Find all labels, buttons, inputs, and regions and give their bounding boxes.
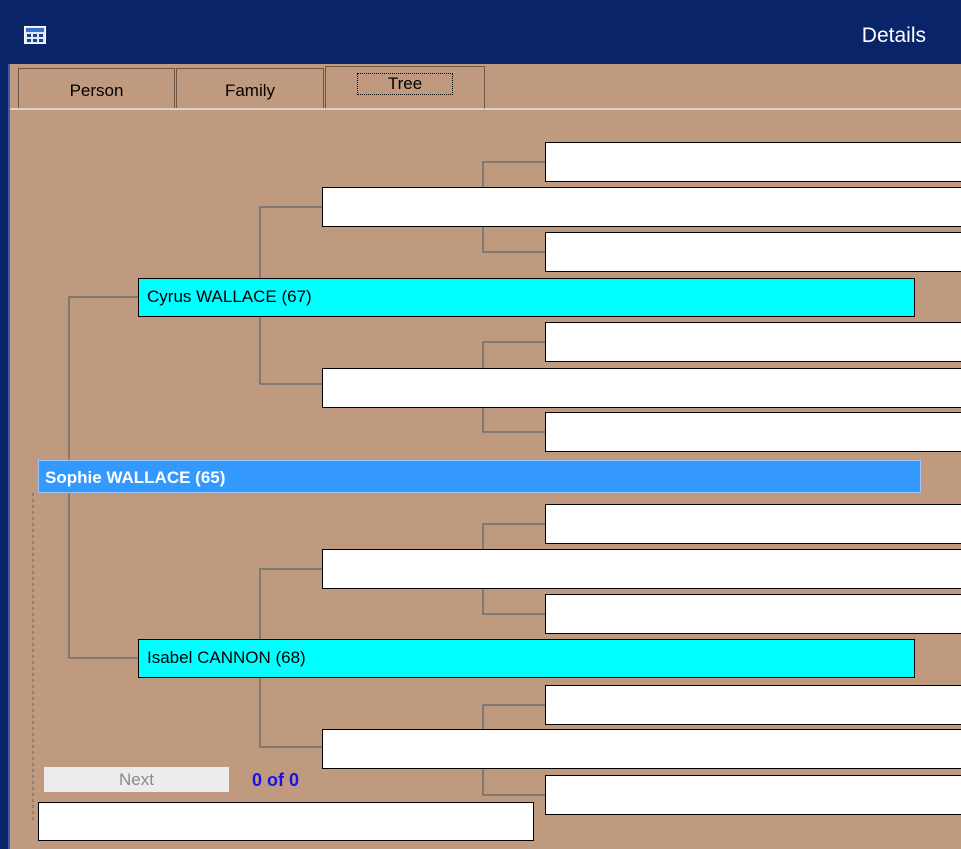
focus-person-name: Sophie WALLACE (65) [45, 468, 226, 487]
maternal-grandparent-box[interactable] [322, 729, 961, 769]
father-box[interactable]: Cyrus WALLACE (67) [138, 278, 915, 317]
great-grandparent-box[interactable] [545, 594, 961, 634]
paternal-grandparent-box[interactable] [322, 187, 961, 227]
result-count: 0 of 0 [252, 770, 300, 790]
father-name: Cyrus WALLACE (67) [147, 287, 312, 306]
great-grandparent-box[interactable] [545, 504, 961, 544]
next-button[interactable]: Next [44, 767, 229, 792]
bottom-input-field[interactable] [38, 802, 534, 841]
focus-person-box[interactable]: Sophie WALLACE (65) [38, 460, 921, 493]
great-grandparent-box[interactable] [545, 142, 961, 182]
great-grandparent-box[interactable] [545, 322, 961, 362]
great-grandparent-box[interactable] [545, 232, 961, 272]
great-grandparent-box[interactable] [545, 775, 961, 815]
mother-box[interactable]: Isabel CANNON (68) [138, 639, 915, 678]
mother-name: Isabel CANNON (68) [147, 648, 306, 667]
paternal-grandparent-box[interactable] [322, 368, 961, 408]
great-grandparent-box[interactable] [545, 685, 961, 725]
maternal-grandparent-box[interactable] [322, 549, 961, 589]
great-grandparent-box[interactable] [545, 412, 961, 452]
